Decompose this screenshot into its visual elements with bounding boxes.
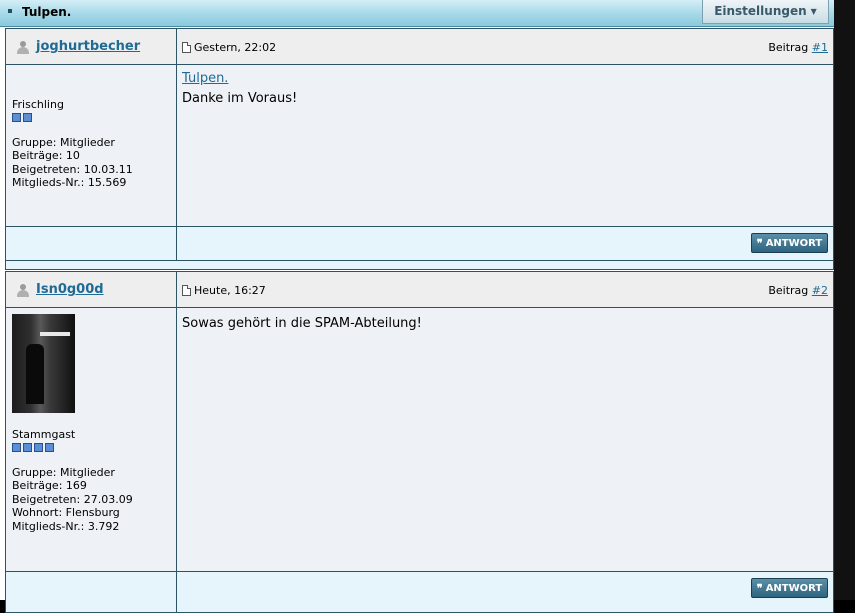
chevron-down-icon: ▼ [810, 6, 817, 16]
user-member-number: Mitglieds-Nr.: 3.792 [12, 519, 120, 533]
user-joined: Beigetreten: 27.03.09 [12, 492, 133, 506]
user-icon [17, 284, 29, 298]
post-permalink[interactable]: #1 [812, 41, 828, 54]
username-link[interactable]: Isn0g00d [36, 282, 104, 297]
username-link[interactable]: joghurtbecher [36, 39, 140, 54]
rank-star-icon [23, 442, 32, 452]
message-title-link[interactable]: Tulpen. [182, 71, 228, 86]
post-number: Beitrag #1 [768, 41, 828, 54]
footer-right-cell: ❞ ANTWORT [177, 572, 833, 612]
rank-stars [12, 442, 133, 452]
user-avatar [12, 314, 75, 413]
user-group: Gruppe: Mitglieder [12, 135, 115, 149]
rank-star-icon [12, 112, 21, 122]
reply-button[interactable]: ❞ ANTWORT [751, 578, 828, 598]
author-info: Stammgast Gruppe: Mitglieder Beiträge: 1… [12, 428, 133, 533]
rank-stars [12, 112, 133, 122]
user-joined: Beigetreten: 10.03.11 [12, 162, 133, 176]
post-meta-cell: Gestern, 22:02 Beitrag #1 [177, 29, 833, 64]
post-date: Heute, 16:27 [194, 284, 266, 297]
post-author-cell: joghurtbecher [6, 29, 177, 64]
message-cell: Tulpen. Danke im Voraus! [177, 65, 833, 226]
document-icon [182, 285, 191, 296]
footer-left-cell [6, 572, 177, 612]
post-permalink[interactable]: #2 [812, 284, 828, 297]
document-icon [182, 42, 191, 53]
user-post-count: Beiträge: 169 [12, 479, 87, 492]
post-body: Frischling Gruppe: Mitglieder Beiträge: … [6, 65, 833, 226]
message-text: Sowas gehört in die SPAM-Abteilung! [182, 316, 422, 331]
post-meta-cell: Heute, 16:27 Beitrag #2 [177, 272, 833, 307]
message-cell: Sowas gehört in die SPAM-Abteilung! [177, 308, 833, 571]
reply-label: ANTWORT [765, 237, 823, 249]
post-separator [5, 260, 834, 270]
post-date: Gestern, 22:02 [194, 41, 277, 54]
rank-star-icon [23, 112, 32, 122]
rank-star-icon [45, 442, 54, 452]
author-info-cell: Frischling Gruppe: Mitglieder Beiträge: … [6, 65, 177, 226]
settings-dropdown-button[interactable]: Einstellungen ▼ [702, 0, 829, 24]
thread-title-bar: Tulpen. Einstellungen ▼ [0, 0, 834, 27]
user-rank: Stammgast [12, 428, 76, 441]
reply-label: ANTWORT [765, 582, 823, 594]
reply-button[interactable]: ❞ ANTWORT [751, 233, 828, 253]
message-text: Danke im Voraus! [182, 91, 298, 106]
post-number: Beitrag #2 [768, 284, 828, 297]
post-footer: ❞ ANTWORT [6, 571, 833, 612]
post-number-label: Beitrag [768, 41, 809, 54]
user-location: Wohnort: Flensburg [12, 506, 120, 519]
post: joghurtbecher Gestern, 22:02 Beitrag #1 … [5, 28, 834, 262]
post-number-label: Beitrag [768, 284, 809, 297]
user-rank: Frischling [12, 98, 64, 111]
user-post-count: Beiträge: 10 [12, 149, 80, 162]
post-header: joghurtbecher Gestern, 22:02 Beitrag #1 [6, 29, 833, 65]
author-info-cell: Stammgast Gruppe: Mitglieder Beiträge: 1… [6, 308, 177, 571]
user-member-number: Mitglieds-Nr.: 15.569 [12, 176, 127, 189]
user-group: Gruppe: Mitglieder [12, 465, 115, 479]
forum-page: Tulpen. Einstellungen ▼ joghurtbecher Ge… [0, 0, 834, 613]
rank-star-icon [34, 442, 43, 452]
post-author-cell: Isn0g00d [6, 272, 177, 307]
post: Isn0g00d Heute, 16:27 Beitrag #2 Stammga… [5, 271, 834, 613]
post-header: Isn0g00d Heute, 16:27 Beitrag #2 [6, 272, 833, 308]
thread-title: Tulpen. [22, 5, 72, 19]
bullet-icon [8, 9, 12, 13]
footer-left-cell [6, 227, 177, 261]
window-edge [834, 0, 855, 600]
post-footer: ❞ ANTWORT [6, 226, 833, 261]
user-icon [17, 41, 29, 55]
footer-right-cell: ❞ ANTWORT [177, 227, 833, 261]
quote-icon: ❞ [756, 581, 763, 595]
author-info: Frischling Gruppe: Mitglieder Beiträge: … [12, 98, 133, 190]
quote-icon: ❞ [756, 236, 763, 250]
post-body: Stammgast Gruppe: Mitglieder Beiträge: 1… [6, 308, 833, 571]
rank-star-icon [12, 442, 21, 452]
settings-label: Einstellungen [714, 4, 807, 18]
